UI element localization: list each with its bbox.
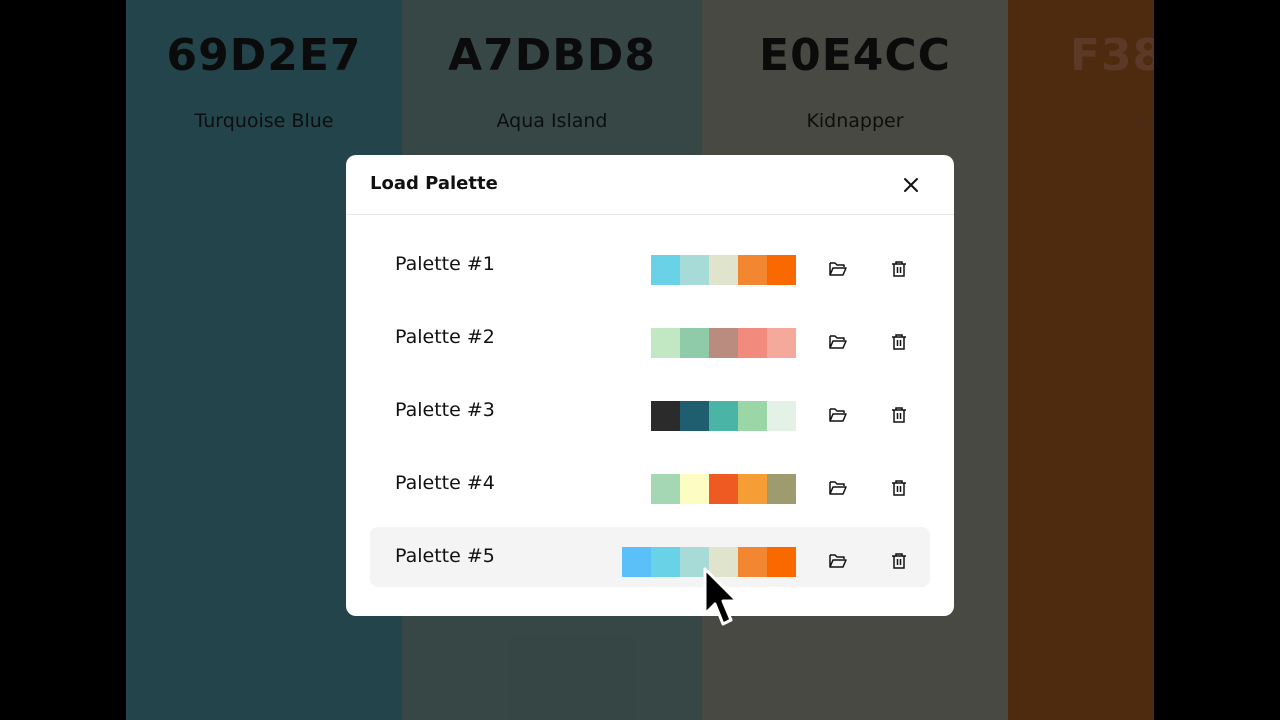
- color-swatch: [680, 474, 709, 504]
- modal-header: Load Palette: [346, 155, 954, 215]
- color-swatch: [651, 547, 680, 577]
- color-swatch: [622, 547, 651, 577]
- folder-open-icon: [829, 554, 847, 568]
- color-swatch: [709, 255, 738, 285]
- palette-row[interactable]: Palette #3: [370, 381, 930, 441]
- palette-name: Palette #3: [395, 399, 495, 421]
- open-palette-button[interactable]: [826, 549, 850, 573]
- color-swatch: [738, 547, 767, 577]
- folder-open-icon: [829, 335, 847, 349]
- palette-swatches: [622, 547, 796, 577]
- color-swatch: [767, 328, 796, 358]
- color-swatch: [651, 328, 680, 358]
- trash-icon: [892, 261, 906, 277]
- delete-palette-button[interactable]: [887, 330, 911, 354]
- folder-open-icon: [829, 262, 847, 276]
- palette-row[interactable]: Palette #5: [370, 527, 930, 587]
- open-palette-button[interactable]: [826, 476, 850, 500]
- color-swatch: [709, 474, 738, 504]
- palette-swatches: [651, 401, 796, 431]
- color-swatch: [651, 474, 680, 504]
- trash-icon: [892, 334, 906, 350]
- close-button[interactable]: [896, 171, 926, 199]
- color-swatch: [738, 401, 767, 431]
- color-swatch: [680, 401, 709, 431]
- color-name: Kidnapper: [806, 110, 904, 132]
- color-swatch: [767, 401, 796, 431]
- palette-swatches: [651, 328, 796, 358]
- palette-row[interactable]: Palette #1: [370, 235, 930, 295]
- trash-icon: [892, 480, 906, 496]
- delete-palette-button[interactable]: [887, 476, 911, 500]
- color-swatch: [709, 328, 738, 358]
- color-swatch: [651, 401, 680, 431]
- delete-palette-button[interactable]: [887, 257, 911, 281]
- trash-icon: [892, 553, 906, 569]
- color-column: F38 Jo: [1008, 0, 1154, 720]
- color-name: Turquoise Blue: [194, 110, 334, 132]
- palette-name: Palette #1: [395, 253, 495, 275]
- color-swatch: [709, 547, 738, 577]
- color-swatch: [738, 328, 767, 358]
- color-swatch: [680, 328, 709, 358]
- color-swatch: [767, 547, 796, 577]
- color-hex: A7DBD8: [448, 30, 656, 81]
- open-palette-button[interactable]: [826, 330, 850, 354]
- color-swatch: [738, 474, 767, 504]
- palette-name: Palette #4: [395, 472, 495, 494]
- trash-icon: [892, 407, 906, 423]
- palette-list: Palette #1 Palette #2 Palette #3 Palette…: [370, 235, 930, 600]
- color-hex: F38: [1070, 30, 1154, 81]
- color-name: Aqua Island: [496, 110, 608, 132]
- palette-row[interactable]: Palette #2: [370, 308, 930, 368]
- open-palette-button[interactable]: [826, 403, 850, 427]
- color-name: Jo: [1134, 110, 1152, 132]
- folder-open-icon: [829, 408, 847, 422]
- color-swatch: [767, 474, 796, 504]
- color-swatch: [709, 401, 738, 431]
- load-palette-modal: Load Palette Palette #1 Palette #2 Palet…: [346, 155, 954, 616]
- folder-open-icon: [829, 481, 847, 495]
- palette-row[interactable]: Palette #4: [370, 454, 930, 514]
- color-swatch: [738, 255, 767, 285]
- close-icon: [904, 178, 918, 192]
- palette-swatches: [651, 474, 796, 504]
- color-hex: E0E4CC: [759, 30, 951, 81]
- color-hex: 69D2E7: [166, 30, 362, 81]
- color-swatch: [680, 547, 709, 577]
- color-swatch: [651, 255, 680, 285]
- palette-name: Palette #2: [395, 326, 495, 348]
- modal-title: Load Palette: [370, 173, 498, 194]
- delete-palette-button[interactable]: [887, 549, 911, 573]
- color-swatch: [680, 255, 709, 285]
- color-swatch: [767, 255, 796, 285]
- delete-palette-button[interactable]: [887, 403, 911, 427]
- palette-swatches: [651, 255, 796, 285]
- open-palette-button[interactable]: [826, 257, 850, 281]
- palette-name: Palette #5: [395, 545, 495, 567]
